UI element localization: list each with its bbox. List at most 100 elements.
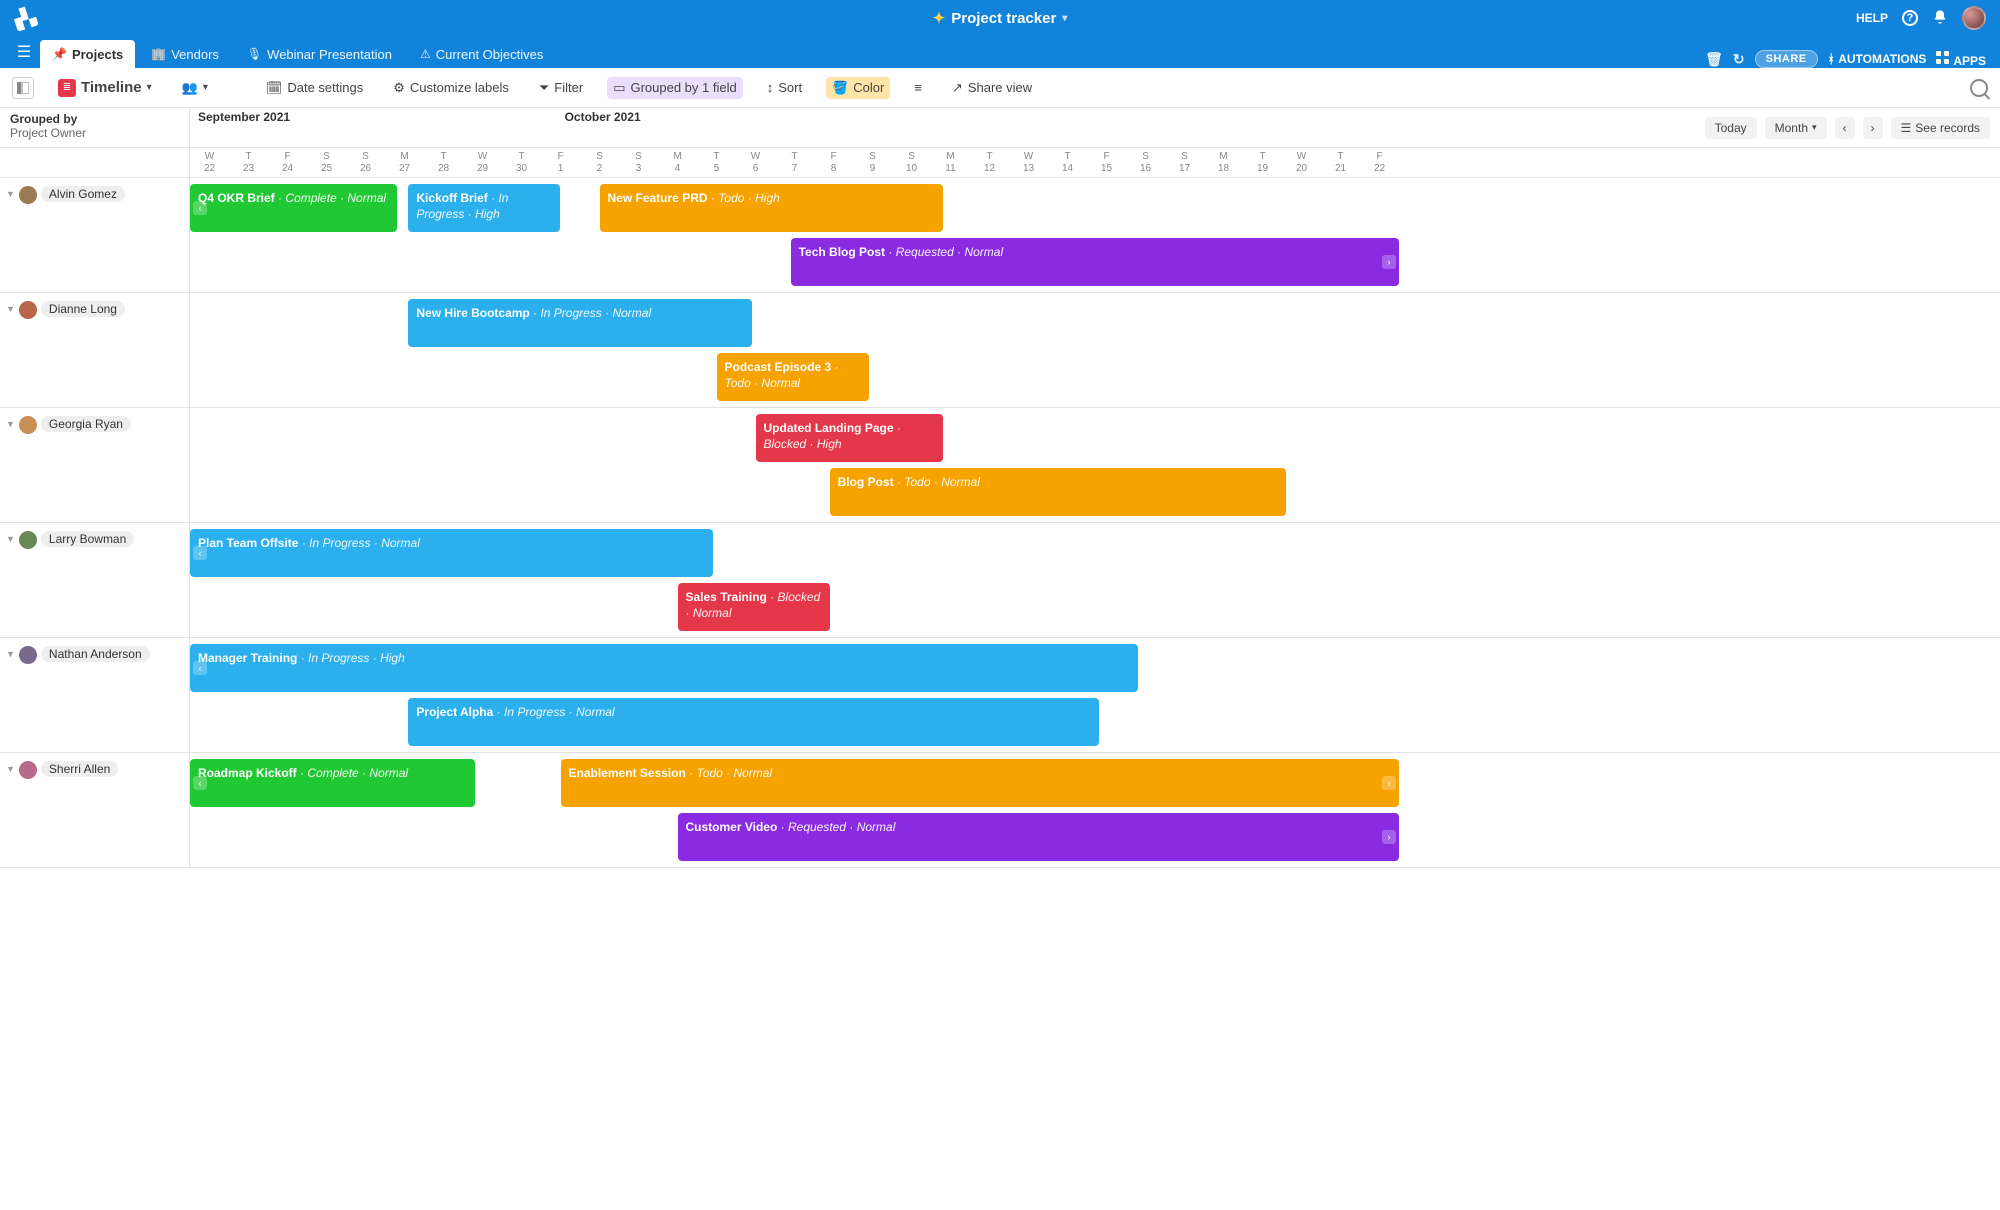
row-height-button[interactable]: ≡ — [908, 77, 928, 98]
timeline-bar[interactable]: Project Alpha · In Progress · Normal — [408, 698, 1098, 746]
day-column-header: T30 — [502, 148, 541, 175]
group-label[interactable]: ▼Larry Bowman — [0, 523, 190, 637]
day-column-header: W29 — [463, 148, 502, 175]
chevron-left-icon: ‹ — [1843, 121, 1847, 135]
views-sidebar-toggle[interactable] — [12, 77, 34, 99]
color-button[interactable]: 🪣Color — [826, 77, 890, 99]
timeline-bar[interactable]: Podcast Episode 3 · Todo · Normal — [717, 353, 869, 401]
collapse-icon[interactable]: ▼ — [6, 649, 15, 659]
table-tab-label: Current Objectives — [436, 47, 544, 62]
paint-icon: 🪣 — [832, 80, 848, 96]
timeline-bar[interactable]: Sales Training · Blocked · Normal — [678, 583, 830, 631]
scale-picker[interactable]: Month ▾ — [1765, 117, 1827, 139]
hamburger-menu-icon[interactable]: ☰ — [8, 36, 40, 68]
bar-title: Kickoff Brief — [416, 191, 487, 205]
date-settings-button[interactable]: 🗓Date settings — [260, 77, 369, 99]
timeline-bar[interactable]: New Hire Bootcamp · In Progress · Normal — [408, 299, 751, 347]
apps-link[interactable]: APPS — [1936, 51, 1986, 68]
timeline-bar[interactable]: Blog Post · Todo · Normal — [830, 468, 1286, 516]
group-label[interactable]: ▼Alvin Gomez — [0, 178, 190, 292]
group-header: Grouped by Project Owner — [0, 108, 190, 147]
table-tab[interactable]: 📌Projects — [40, 40, 135, 68]
bar-priority: · Normal — [686, 606, 732, 620]
timeline-bar[interactable]: Tech Blog Post · Requested · Normal› — [791, 238, 1399, 286]
view-picker[interactable]: ≣ Timeline ▾ — [52, 76, 158, 100]
group-label[interactable]: ▼Georgia Ryan — [0, 408, 190, 522]
bar-priority: · High — [810, 437, 842, 451]
collapse-icon[interactable]: ▼ — [6, 419, 15, 429]
day-column-header: S26 — [346, 148, 385, 175]
automations-link[interactable]: ᚼ AUTOMATIONS — [1828, 52, 1927, 66]
collaborators-button[interactable]: 👥 ▾ — [176, 77, 214, 99]
customize-labels-button[interactable]: ⚙Customize labels — [387, 77, 515, 99]
group-row: ▼Georgia Ryan Updated Landing Page · Bloc… — [0, 408, 2000, 523]
bar-priority: · Normal — [849, 820, 895, 834]
sort-button[interactable]: ↕Sort — [761, 77, 808, 98]
search-icon[interactable] — [1970, 79, 1988, 97]
chevron-down-icon: ▾ — [1812, 122, 1817, 133]
filter-button[interactable]: ⏷Filter — [533, 77, 589, 99]
collapse-icon[interactable]: ▼ — [6, 304, 15, 314]
bar-priority: · Normal — [374, 536, 420, 550]
timeline-bar[interactable]: ‹Plan Team Offsite · In Progress · Norma… — [190, 529, 713, 577]
timeline-bar[interactable]: New Feature PRD · Todo · High — [600, 184, 943, 232]
bar-title: Podcast Episode 3 — [725, 360, 832, 374]
owner-name: Dianne Long — [41, 301, 125, 317]
group-label[interactable]: ▼ Dianne Long — [0, 293, 190, 407]
group-label[interactable]: ▼ Sherri Allen — [0, 753, 190, 867]
help-icon[interactable]: ? — [1902, 10, 1918, 26]
bar-title: Tech Blog Post — [799, 245, 885, 259]
day-column-header: S2 — [580, 148, 619, 175]
timeline-bar[interactable]: ‹Roadmap Kickoff · Complete · Normal — [190, 759, 475, 807]
trash-icon[interactable]: 🗑 — [1705, 51, 1723, 68]
see-records-button[interactable]: ☰ See records — [1891, 117, 1990, 139]
timeline-bar[interactable]: Updated Landing Page · Blocked · High — [756, 414, 943, 462]
next-button[interactable]: › — [1863, 117, 1883, 139]
base-title[interactable]: ✦ Project tracker ▾ — [933, 9, 1068, 27]
timeline-header-row: Grouped by Project Owner September 2021O… — [0, 108, 2000, 148]
app-logo-icon[interactable] — [11, 4, 39, 32]
timeline-bar[interactable]: Kickoff Brief · In Progress · High — [408, 184, 560, 232]
table-tab[interactable]: 🏢Vendors — [139, 40, 231, 68]
share-view-button[interactable]: ↗Share view — [946, 77, 1038, 99]
timeline-bar[interactable]: ‹Q4 OKR Brief · Complete · Normal — [190, 184, 397, 232]
timeline-bar[interactable]: ‹Manager Training · In Progress · High — [190, 644, 1138, 692]
collapse-icon[interactable]: ▼ — [6, 534, 15, 544]
bar-title: New Feature PRD — [608, 191, 708, 205]
bar-title: Enablement Session — [569, 766, 686, 780]
day-column-header: T21 — [1321, 148, 1360, 175]
prev-button[interactable]: ‹ — [1835, 117, 1855, 139]
group-icon: ▭ — [613, 80, 625, 96]
bar-priority: · Normal — [957, 245, 1003, 259]
bar-status: · Todo — [897, 475, 934, 489]
table-tab[interactable]: 🎙Webinar Presentation — [235, 40, 404, 68]
day-column-header: F22 — [1360, 148, 1399, 175]
bar-priority: · Normal — [754, 376, 800, 390]
table-tab-label: Vendors — [171, 47, 219, 62]
today-button[interactable]: Today — [1705, 117, 1757, 139]
group-label[interactable]: ▼Nathan Anderson — [0, 638, 190, 752]
group-track: ‹Manager Training · In Progress · High Pr… — [190, 638, 2000, 752]
share-button[interactable]: SHARE — [1755, 50, 1818, 68]
table-tab[interactable]: ⚠ Current Objectives — [408, 40, 555, 68]
user-avatar[interactable] — [1962, 6, 1986, 30]
day-column-header: F1 — [541, 148, 580, 175]
group-track: ‹Plan Team Offsite · In Progress · Norma… — [190, 523, 2000, 637]
owner-name: Sherri Allen — [41, 761, 118, 777]
history-icon[interactable]: ↻ — [1733, 51, 1745, 68]
bar-priority: · High — [468, 207, 500, 221]
group-row: ▼Alvin Gomez‹Q4 OKR Brief · Complete · N… — [0, 178, 2000, 293]
owner-avatar — [19, 186, 37, 204]
collapse-icon[interactable]: ▼ — [6, 189, 15, 199]
warning-icon: ⚠ — [420, 47, 431, 61]
timeline-bar[interactable]: Enablement Session · Todo · Normal› — [561, 759, 1400, 807]
notifications-icon[interactable] — [1932, 9, 1948, 28]
day-column-header: T28 — [424, 148, 463, 175]
group-button[interactable]: ▭Grouped by 1 field — [607, 77, 743, 99]
calendar-icon: 🗓 — [266, 80, 283, 96]
day-column-header: T7 — [775, 148, 814, 175]
timeline-bar[interactable]: Customer Video · Requested · Normal› — [678, 813, 1400, 861]
gear-icon: ⚙ — [393, 80, 405, 96]
help-link[interactable]: HELP — [1856, 11, 1888, 25]
collapse-icon[interactable]: ▼ — [6, 764, 15, 774]
